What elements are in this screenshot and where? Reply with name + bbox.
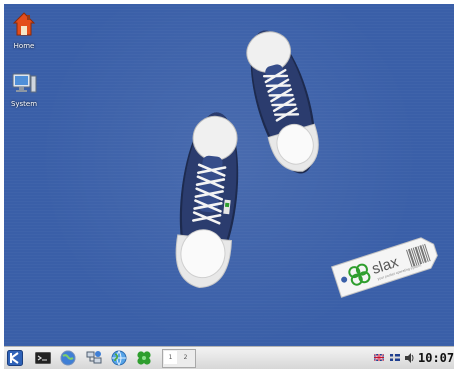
desktop-icon-system[interactable]: System xyxy=(5,73,43,108)
sneaker-right xyxy=(246,30,319,174)
desktop-icon-home[interactable]: Home xyxy=(5,11,43,50)
home-icon xyxy=(12,12,36,36)
wallpaper-sneakers: slax your pocket operating system xyxy=(175,30,438,298)
keyboard-layout-flag-icon[interactable] xyxy=(374,354,384,361)
computer-icon xyxy=(12,73,37,93)
slax-tag: slax your pocket operating system xyxy=(330,237,438,298)
desktop[interactable]: slax your pocket operating system Home S… xyxy=(4,4,454,346)
desktop-icon-home-label: Home xyxy=(13,42,35,50)
terminal-icon xyxy=(35,352,51,364)
desktop-pager[interactable]: 1 2 xyxy=(162,349,196,368)
language-flag-icon[interactable] xyxy=(390,354,400,361)
pager-desktop-2[interactable]: 2 xyxy=(179,351,192,364)
volume-icon[interactable] xyxy=(405,352,414,364)
network-launcher[interactable] xyxy=(86,350,102,366)
network-computers-icon xyxy=(86,351,102,364)
terminal-launcher[interactable] xyxy=(35,350,51,366)
clover-icon xyxy=(137,351,151,365)
taskbar-clock[interactable]: 10:07 xyxy=(418,351,454,365)
kde-menu-icon xyxy=(7,350,23,366)
pager-desktop-1[interactable]: 1 xyxy=(164,351,177,364)
browser-launcher[interactable] xyxy=(60,350,76,366)
internet-globe-icon xyxy=(111,350,127,366)
browser-globe-icon xyxy=(60,350,76,366)
taskbar: 1 2 10:07 xyxy=(4,346,454,369)
kde-menu-button[interactable] xyxy=(7,350,23,366)
desktop-icon-system-label: System xyxy=(10,100,38,108)
slax-launcher[interactable] xyxy=(136,350,152,366)
internet-launcher[interactable] xyxy=(111,350,127,366)
sneaker-left xyxy=(175,112,239,288)
